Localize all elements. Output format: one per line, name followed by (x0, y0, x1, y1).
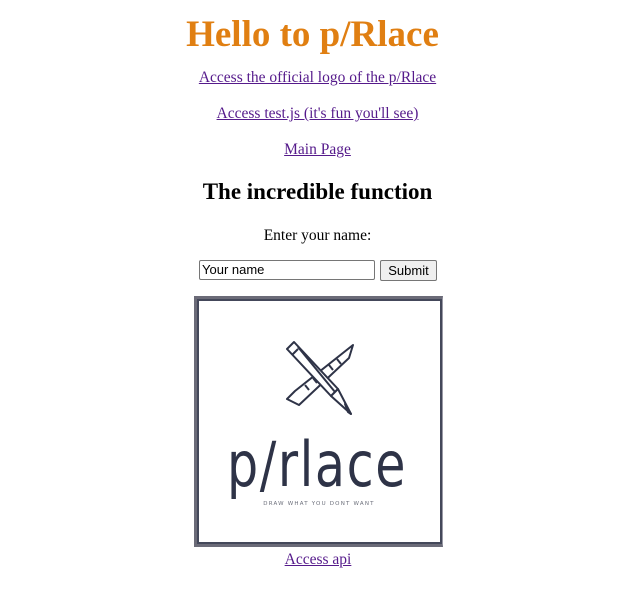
logo-wordmark: p/rlace (227, 428, 407, 501)
submit-button[interactable]: Submit (380, 260, 437, 281)
main-page-link[interactable]: Main Page (0, 140, 625, 160)
name-form: Submit (199, 260, 439, 282)
page-title: Hello to p/Rlace (186, 14, 439, 55)
test-js-link[interactable]: Access test.js (it's fun you'll see) (0, 104, 625, 124)
function-heading: The incredible function (202, 179, 433, 204)
prlace-logo-image: p/rlace DRAW WHAT YOU DONT WANT (194, 296, 443, 547)
name-prompt: Enter your name: (263, 227, 372, 244)
logo-link[interactable]: Access the official logo of the p/Rlace (0, 68, 625, 88)
page: Hello to p/Rlace Access the official log… (0, 0, 625, 605)
api-link[interactable]: Access api (0, 550, 625, 570)
prlace-logo-graphic: p/rlace DRAW WHAT YOU DONT WANT (197, 299, 442, 544)
name-input[interactable] (199, 260, 375, 280)
logo-tagline: DRAW WHAT YOU DONT WANT (263, 501, 374, 507)
